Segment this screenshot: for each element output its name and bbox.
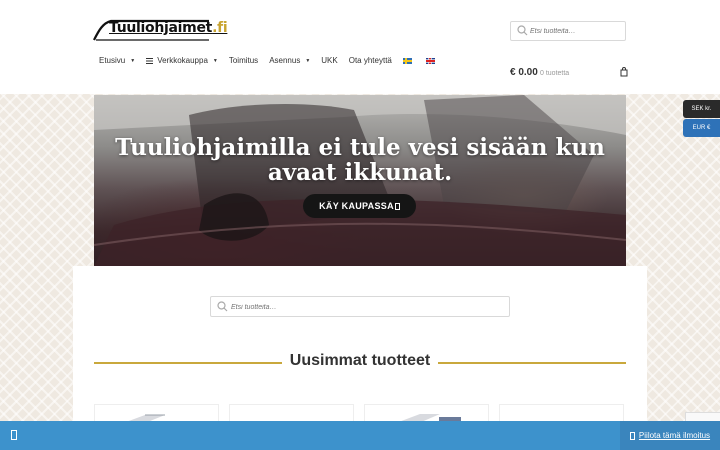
nav-label: Verkkokauppa (157, 56, 208, 65)
currency-sek-button[interactable]: SEK kr. (683, 100, 720, 118)
dismiss-notice-label: Piilota tämä ilmoitus (638, 431, 711, 440)
nav-item-verkkokauppa[interactable]: Verkkokauppa ▼ (146, 56, 218, 65)
english-flag-icon[interactable] (425, 57, 435, 64)
section-divider-left (94, 362, 282, 364)
nav-label: Ota yhteyttä (348, 56, 392, 65)
nav-label: Etusivu (99, 56, 126, 65)
shop-now-button[interactable]: KÄY KAUPASSA (303, 194, 416, 218)
nav-item-toimitus[interactable]: Toimitus (229, 56, 258, 65)
cart-count[interactable]: 0 tuotetta (540, 70, 569, 77)
dismiss-notice-link[interactable]: Piilota tämä ilmoitus (620, 421, 720, 450)
section-title: Uusimmat tuotteet (289, 352, 431, 369)
nav-item-etusivu[interactable]: Etusivu ▼ (99, 56, 135, 65)
hero-title: Tuuliohjaimilla ei tule vesi sisään kun … (115, 134, 605, 186)
cart-total[interactable]: € 0.00 (510, 67, 538, 78)
product-search[interactable] (210, 296, 510, 317)
currency-eur-button[interactable]: EUR € (683, 119, 720, 137)
nav-item-ota-yhteytta[interactable]: Ota yhteyttä (349, 56, 392, 65)
hero-banner: Tuuliohjaimilla ei tule vesi sisään kun … (94, 95, 626, 266)
nav-label: Asennus (269, 56, 301, 65)
caret-down-icon: ▼ (212, 57, 218, 64)
section-divider-right (438, 362, 626, 364)
recaptcha-badge[interactable] (685, 412, 720, 421)
main-nav: Etusivu ▼ Verkkokauppa ▼ Toimitus Asennu… (99, 56, 449, 65)
site-header: Tuuliohjaimet.fi Etusivu ▼ Verkkokauppa … (0, 0, 720, 94)
swedish-flag-icon[interactable] (402, 57, 412, 64)
info-icon (11, 430, 17, 440)
nav-item-ukk[interactable]: UKK (321, 56, 337, 65)
store-notice-bar: Piilota tämä ilmoitus (0, 421, 720, 450)
arrow-icon (394, 202, 400, 210)
header-search-input[interactable] (530, 23, 622, 39)
nav-label: UKK (321, 56, 338, 65)
search-icon (517, 25, 528, 36)
product-search-input[interactable] (231, 299, 501, 315)
site-logo[interactable]: Tuuliohjaimet.fi (93, 18, 228, 42)
nav-label: Toimitus (228, 56, 259, 65)
logo-tld: .fi (212, 20, 228, 36)
nav-item-asennus[interactable]: Asennus ▼ (269, 56, 310, 65)
caret-down-icon: ▼ (305, 57, 311, 64)
list-icon (146, 57, 154, 64)
search-icon (217, 301, 228, 312)
cart-icon[interactable] (620, 67, 628, 77)
logo-text: Tuuliohjaimet.fi (109, 20, 228, 36)
shop-now-label: KÄY KAUPASSA (319, 201, 394, 211)
caret-down-icon: ▼ (130, 57, 136, 64)
header-search[interactable] (510, 21, 626, 41)
close-icon (629, 431, 635, 440)
